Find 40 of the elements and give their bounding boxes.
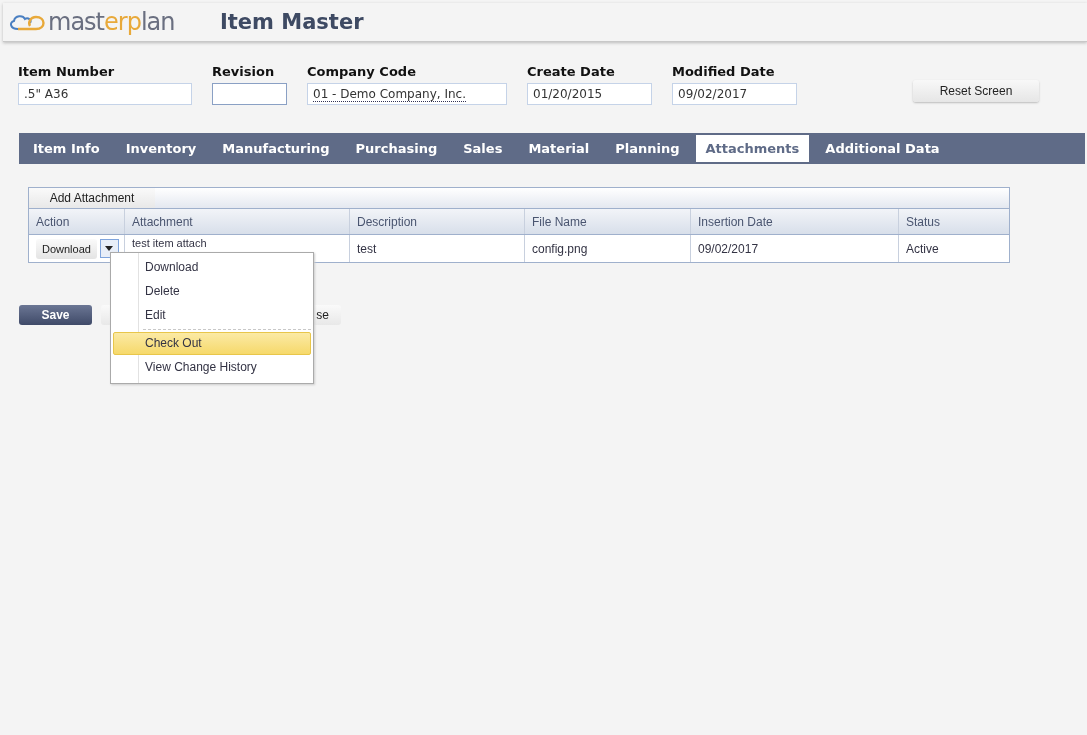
tab[interactable]: Material [518, 135, 600, 162]
tab[interactable]: Planning [605, 135, 690, 162]
menu-item[interactable]: Check Out [113, 332, 311, 355]
input-field[interactable]: 09/02/2017 [672, 83, 797, 105]
field-label: Modified Date [672, 64, 776, 79]
tab[interactable]: Inventory [115, 135, 207, 162]
table-cell: config.png [525, 235, 691, 262]
tab[interactable]: Additional Data [815, 135, 950, 162]
column-header: File Name [525, 209, 691, 234]
column-header: Action [29, 209, 125, 234]
field-label: Company Code [307, 64, 417, 79]
input-field[interactable]: .5" A36 [18, 83, 192, 105]
tab[interactable]: Sales [453, 135, 513, 162]
reset-button[interactable]: Reset Screen [913, 80, 1039, 102]
tab[interactable]: Purchasing [345, 135, 448, 162]
tab[interactable]: Manufacturing [212, 135, 340, 162]
column-header: Insertion Date [691, 209, 899, 234]
add-attachment-button[interactable]: Add Attachment [29, 188, 155, 208]
column-header: Status [905, 213, 942, 231]
logo-text: masterplan [48, 8, 175, 36]
input-field[interactable]: 01/20/2015 [527, 83, 652, 105]
download-button[interactable]: Download [36, 238, 97, 259]
page-title: Item Master [220, 10, 364, 34]
table-cell: 09/02/2017 [691, 235, 899, 262]
input-field[interactable] [212, 83, 287, 105]
tab[interactable]: Attachments [695, 135, 810, 162]
menu-item[interactable]: View Change History [113, 356, 311, 379]
menu-item[interactable]: Delete [113, 280, 311, 303]
save-button[interactable]: Save [19, 305, 92, 325]
table-cell: test [350, 235, 525, 262]
column-header: Attachment [125, 209, 350, 234]
menu-item[interactable]: Edit [113, 304, 311, 327]
caret-icon [105, 246, 114, 251]
field-label: Revision [212, 64, 276, 79]
field-label: Create Date [527, 64, 616, 79]
column-header: Description [350, 209, 525, 234]
field-label: Item Number [18, 64, 116, 79]
table-cell-text: Active [905, 240, 940, 258]
tab[interactable]: Item Info [23, 135, 110, 162]
dropdown-field[interactable]: 01 - Demo Company, Inc. [307, 83, 507, 105]
